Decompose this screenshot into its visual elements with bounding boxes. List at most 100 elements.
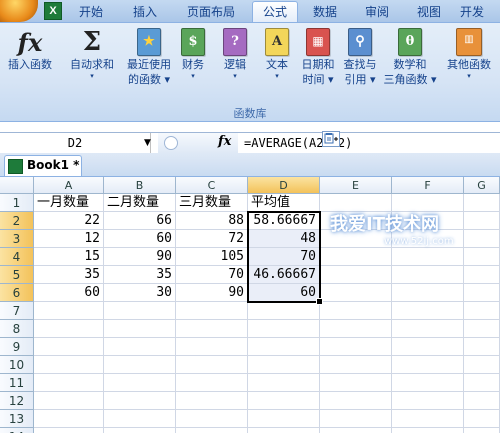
cell-g14[interactable]	[464, 428, 500, 433]
date-time-button[interactable]: ▦ 日期和 时间 ▾	[298, 27, 338, 103]
cell-b12[interactable]	[104, 392, 176, 410]
row-header-7[interactable]: 7	[0, 302, 34, 320]
cell-g8[interactable]	[464, 320, 500, 338]
autosum-button[interactable]: Σ 自动求和 ▾	[66, 27, 118, 103]
tab-review[interactable]: 审阅	[358, 2, 396, 22]
cell-a1[interactable]: 一月数量	[34, 194, 104, 212]
cell-f5[interactable]	[392, 266, 464, 284]
cell-a10[interactable]	[34, 356, 104, 374]
cell-f8[interactable]	[392, 320, 464, 338]
column-header-c[interactable]: C	[176, 177, 248, 194]
cell-f12[interactable]	[392, 392, 464, 410]
row-header-11[interactable]: 11	[0, 374, 34, 392]
lookup-reference-button[interactable]: ⚲ 查找与 引用 ▾	[340, 27, 380, 103]
cell-a2[interactable]: 22	[34, 212, 104, 230]
column-header-e[interactable]: E	[320, 177, 392, 194]
insert-function-button[interactable]: fx 插入函数	[4, 27, 56, 103]
cell-d13[interactable]	[248, 410, 320, 428]
row-header-14[interactable]: 14	[0, 428, 34, 433]
math-trig-button[interactable]: θ 数学和 三角函数 ▾	[382, 27, 438, 103]
column-header-b[interactable]: B	[104, 177, 176, 194]
cell-g13[interactable]	[464, 410, 500, 428]
cell-g1[interactable]	[464, 194, 500, 212]
text-functions-button[interactable]: A 文本 ▾	[262, 27, 292, 103]
cell-a12[interactable]	[34, 392, 104, 410]
cell-d7[interactable]	[248, 302, 320, 320]
cell-f11[interactable]	[392, 374, 464, 392]
cell-d1[interactable]: 平均值	[248, 194, 320, 212]
cell-c10[interactable]	[176, 356, 248, 374]
cell-b7[interactable]	[104, 302, 176, 320]
row-header-10[interactable]: 10	[0, 356, 34, 374]
select-all-corner[interactable]	[0, 177, 34, 194]
row-header-3[interactable]: 3	[0, 230, 34, 248]
tab-home[interactable]: 开始	[72, 2, 110, 22]
cell-g11[interactable]	[464, 374, 500, 392]
cell-f14[interactable]	[392, 428, 464, 433]
cell-c8[interactable]	[176, 320, 248, 338]
cell-c11[interactable]	[176, 374, 248, 392]
cell-d6[interactable]: 60	[248, 284, 320, 302]
cell-b2[interactable]: 66	[104, 212, 176, 230]
cell-b10[interactable]	[104, 356, 176, 374]
cell-c7[interactable]	[176, 302, 248, 320]
cell-a13[interactable]	[34, 410, 104, 428]
cell-f13[interactable]	[392, 410, 464, 428]
financial-button[interactable]: $ 财务 ▾	[178, 27, 208, 103]
paste-options-icon[interactable]	[322, 131, 340, 147]
column-header-d[interactable]: D	[248, 177, 320, 194]
excel-icon[interactable]: X	[44, 2, 62, 20]
cell-g6[interactable]	[464, 284, 500, 302]
cell-b9[interactable]	[104, 338, 176, 356]
cell-d11[interactable]	[248, 374, 320, 392]
tab-page-layout[interactable]: 页面布局	[180, 2, 242, 22]
row-header-8[interactable]: 8	[0, 320, 34, 338]
more-functions-button[interactable]: ▥ 其他函数 ▾	[444, 27, 494, 103]
name-box[interactable]: D2	[0, 133, 151, 153]
tab-data[interactable]: 数据	[306, 2, 344, 22]
column-header-f[interactable]: F	[392, 177, 464, 194]
cell-a7[interactable]	[34, 302, 104, 320]
cell-b11[interactable]	[104, 374, 176, 392]
tab-developer[interactable]: 开发	[460, 2, 500, 22]
cell-e10[interactable]	[320, 356, 392, 374]
cell-b8[interactable]	[104, 320, 176, 338]
cell-c1[interactable]: 三月数量	[176, 194, 248, 212]
logical-button[interactable]: ? 逻辑 ▾	[220, 27, 250, 103]
tab-view[interactable]: 视图	[410, 2, 448, 22]
row-header-6[interactable]: 6	[0, 284, 34, 302]
cell-d2[interactable]: 58.66667	[248, 212, 320, 230]
cell-c6[interactable]: 90	[176, 284, 248, 302]
tab-insert[interactable]: 插入	[126, 2, 164, 22]
cell-c4[interactable]: 105	[176, 248, 248, 266]
cell-d4[interactable]: 70	[248, 248, 320, 266]
cell-g3[interactable]	[464, 230, 500, 248]
cell-a5[interactable]: 35	[34, 266, 104, 284]
cell-d5[interactable]: 46.66667	[248, 266, 320, 284]
row-header-13[interactable]: 13	[0, 410, 34, 428]
cell-d12[interactable]	[248, 392, 320, 410]
cell-d3[interactable]: 48	[248, 230, 320, 248]
cell-g5[interactable]	[464, 266, 500, 284]
cell-a14[interactable]	[34, 428, 104, 433]
column-header-g[interactable]: G	[464, 177, 500, 194]
tab-formulas[interactable]: 公式	[252, 1, 298, 23]
name-box-dropdown-icon[interactable]: ▼	[144, 133, 151, 153]
recent-functions-button[interactable]: ★ 最近使用 的函数 ▾	[122, 27, 176, 103]
cell-b4[interactable]: 90	[104, 248, 176, 266]
row-header-1[interactable]: 1	[0, 194, 34, 212]
cell-d10[interactable]	[248, 356, 320, 374]
cell-f6[interactable]	[392, 284, 464, 302]
cell-b13[interactable]	[104, 410, 176, 428]
cell-c2[interactable]: 88	[176, 212, 248, 230]
cell-a6[interactable]: 60	[34, 284, 104, 302]
cell-e9[interactable]	[320, 338, 392, 356]
cell-d14[interactable]	[248, 428, 320, 433]
cell-e11[interactable]	[320, 374, 392, 392]
cell-d9[interactable]	[248, 338, 320, 356]
cell-c9[interactable]	[176, 338, 248, 356]
cell-c3[interactable]: 72	[176, 230, 248, 248]
cell-c14[interactable]	[176, 428, 248, 433]
row-header-2[interactable]: 2	[0, 212, 34, 230]
office-button[interactable]	[0, 0, 38, 22]
